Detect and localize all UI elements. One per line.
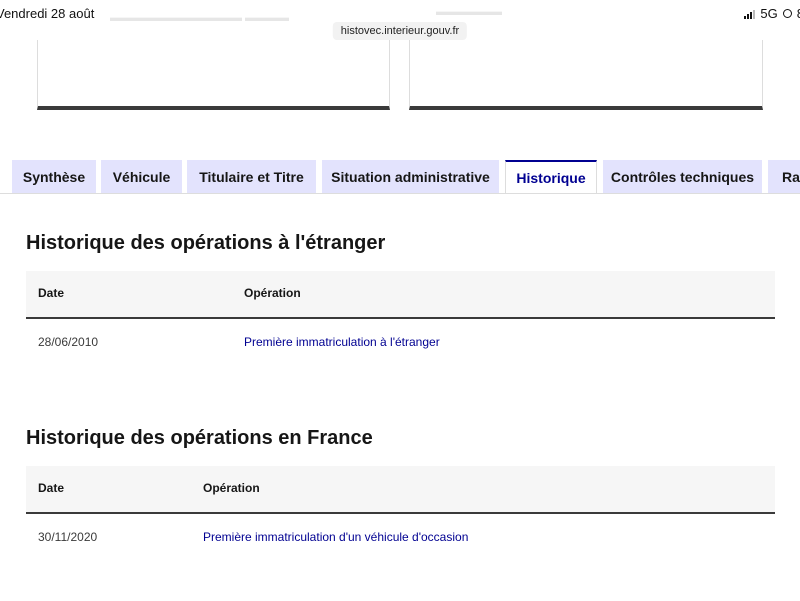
tab-titulaire-titre[interactable]: Titulaire et Titre [187, 160, 316, 193]
status-indicators: 5G 8 [744, 6, 800, 21]
url-bar[interactable]: histovec.interieur.gouv.fr [332, 22, 468, 40]
row-date: 28/06/2010 [38, 335, 99, 349]
summary-card-left [37, 40, 390, 110]
tab-synthese[interactable]: Synthèse [12, 160, 96, 193]
faded-text: ▬▬▬▬▬▬▬▬▬▬▬▬ ▬▬▬▬ [110, 12, 290, 24]
table-row: 30/11/2020 Première immatriculation d'un… [26, 514, 775, 560]
table-header: Date Opération [26, 271, 775, 319]
signal-icon [744, 9, 756, 19]
row-date: 30/11/2020 [38, 530, 98, 544]
table-etranger: Date Opération 28/06/2010 Première immat… [26, 271, 775, 365]
tab-vehicule[interactable]: Véhicule [101, 160, 182, 193]
tab-situation-administrative[interactable]: Situation administrative [322, 160, 499, 193]
table-france: Date Opération 30/11/2020 Première immat… [26, 466, 775, 560]
location-icon [782, 9, 792, 18]
summary-card-right [409, 40, 763, 110]
tab-historique[interactable]: Historique [505, 160, 597, 194]
status-time: Vendredi 28 août [0, 6, 95, 21]
column-header-date: Date [38, 286, 65, 300]
column-header-operation: Opération [244, 286, 301, 300]
tab-bar: Synthèse Véhicule Titulaire et Titre Sit… [12, 160, 800, 194]
row-operation: Première immatriculation d'un véhicule d… [203, 530, 469, 544]
table-row: 28/06/2010 Première immatriculation à l'… [26, 319, 775, 365]
tab-rapport[interactable]: Rap [768, 160, 800, 193]
network-label: 5G [760, 6, 778, 21]
table-header: Date Opération [26, 466, 775, 514]
row-operation: Première immatriculation à l'étranger [244, 335, 440, 349]
column-header-operation: Opération [203, 481, 260, 495]
tab-controles-techniques[interactable]: Contrôles techniques [603, 160, 762, 193]
historique-panel: Historique des opérations à l'étranger D… [0, 193, 800, 601]
section-title-etranger: Historique des opérations à l'étranger [26, 232, 386, 254]
faded-text: ▬▬▬▬▬▬ [436, 6, 502, 18]
section-title-france: Historique des opérations en France [26, 427, 373, 449]
column-header-date: Date [38, 481, 65, 495]
